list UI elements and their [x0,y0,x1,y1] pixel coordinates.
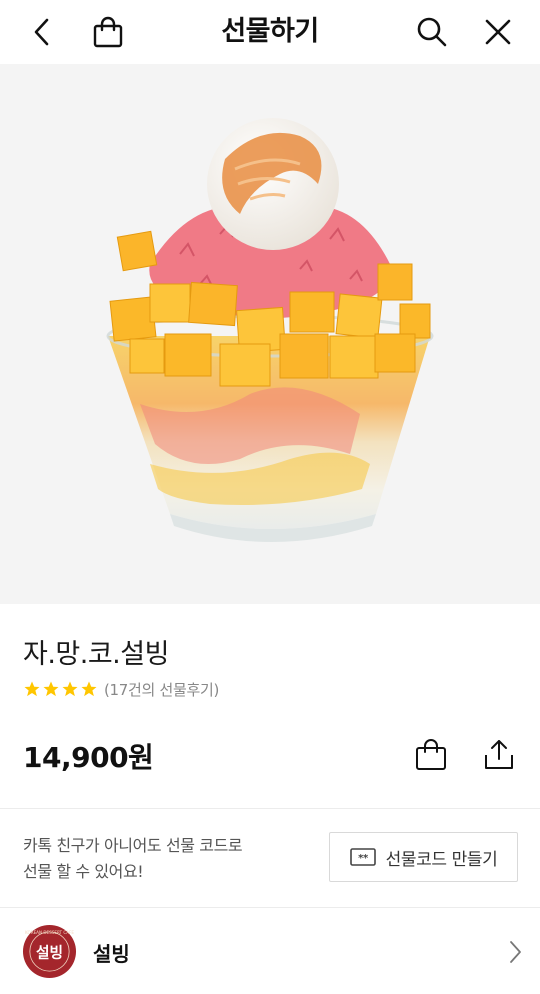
product-price: 14,900원 [23,741,154,774]
star-icon [81,681,97,697]
star-icon [24,681,40,697]
star-icon [62,681,78,697]
brand-name: 설빙 [93,942,130,966]
rating[interactable]: (17건의 선물후기) [23,678,219,700]
svg-text:**: ** [358,853,369,864]
close-icon [485,19,511,45]
close-button[interactable] [478,12,518,52]
shopping-bag-icon [416,739,446,770]
brand-row[interactable]: 설빙 KOREAN DESSERT CAFE 설빙 [0,908,540,994]
gift-code-description: 카톡 친구가 아니어도 선물 코드로 선물 할 수 있어요! [23,833,243,885]
brand-logo-text: 설빙 [36,943,63,961]
product-image [0,64,540,604]
page-title: 선물하기 [221,16,319,47]
gift-code-line-2: 선물 할 수 있어요! [23,862,144,881]
create-gift-code-label: 선물코드 만들기 [385,849,498,870]
product-name: 자.망.코.설빙 [23,639,169,670]
gift-code-line-1: 카톡 친구가 아니어도 선물 코드로 [23,836,243,855]
top-bar: 선물하기 [0,0,540,64]
chevron-right-icon [510,941,521,963]
search-button[interactable] [412,12,452,52]
review-count: (17건의 선물후기) [104,680,220,699]
add-to-cart-button[interactable] [411,734,451,774]
brand-logo: 설빙 KOREAN DESSERT CAFE [22,924,77,979]
brand-logo-ring-text: KOREAN DESSERT CAFE [25,930,74,935]
bingsu-dessert-image [106,118,434,542]
share-icon [485,740,513,769]
divider [0,808,540,809]
rating-stars [23,680,98,698]
star-icon [43,681,59,697]
search-icon [417,17,447,47]
share-button[interactable] [479,734,519,774]
create-gift-code-button[interactable]: ** 선물코드 만들기 [329,832,518,882]
code-box-icon: ** [349,848,376,866]
